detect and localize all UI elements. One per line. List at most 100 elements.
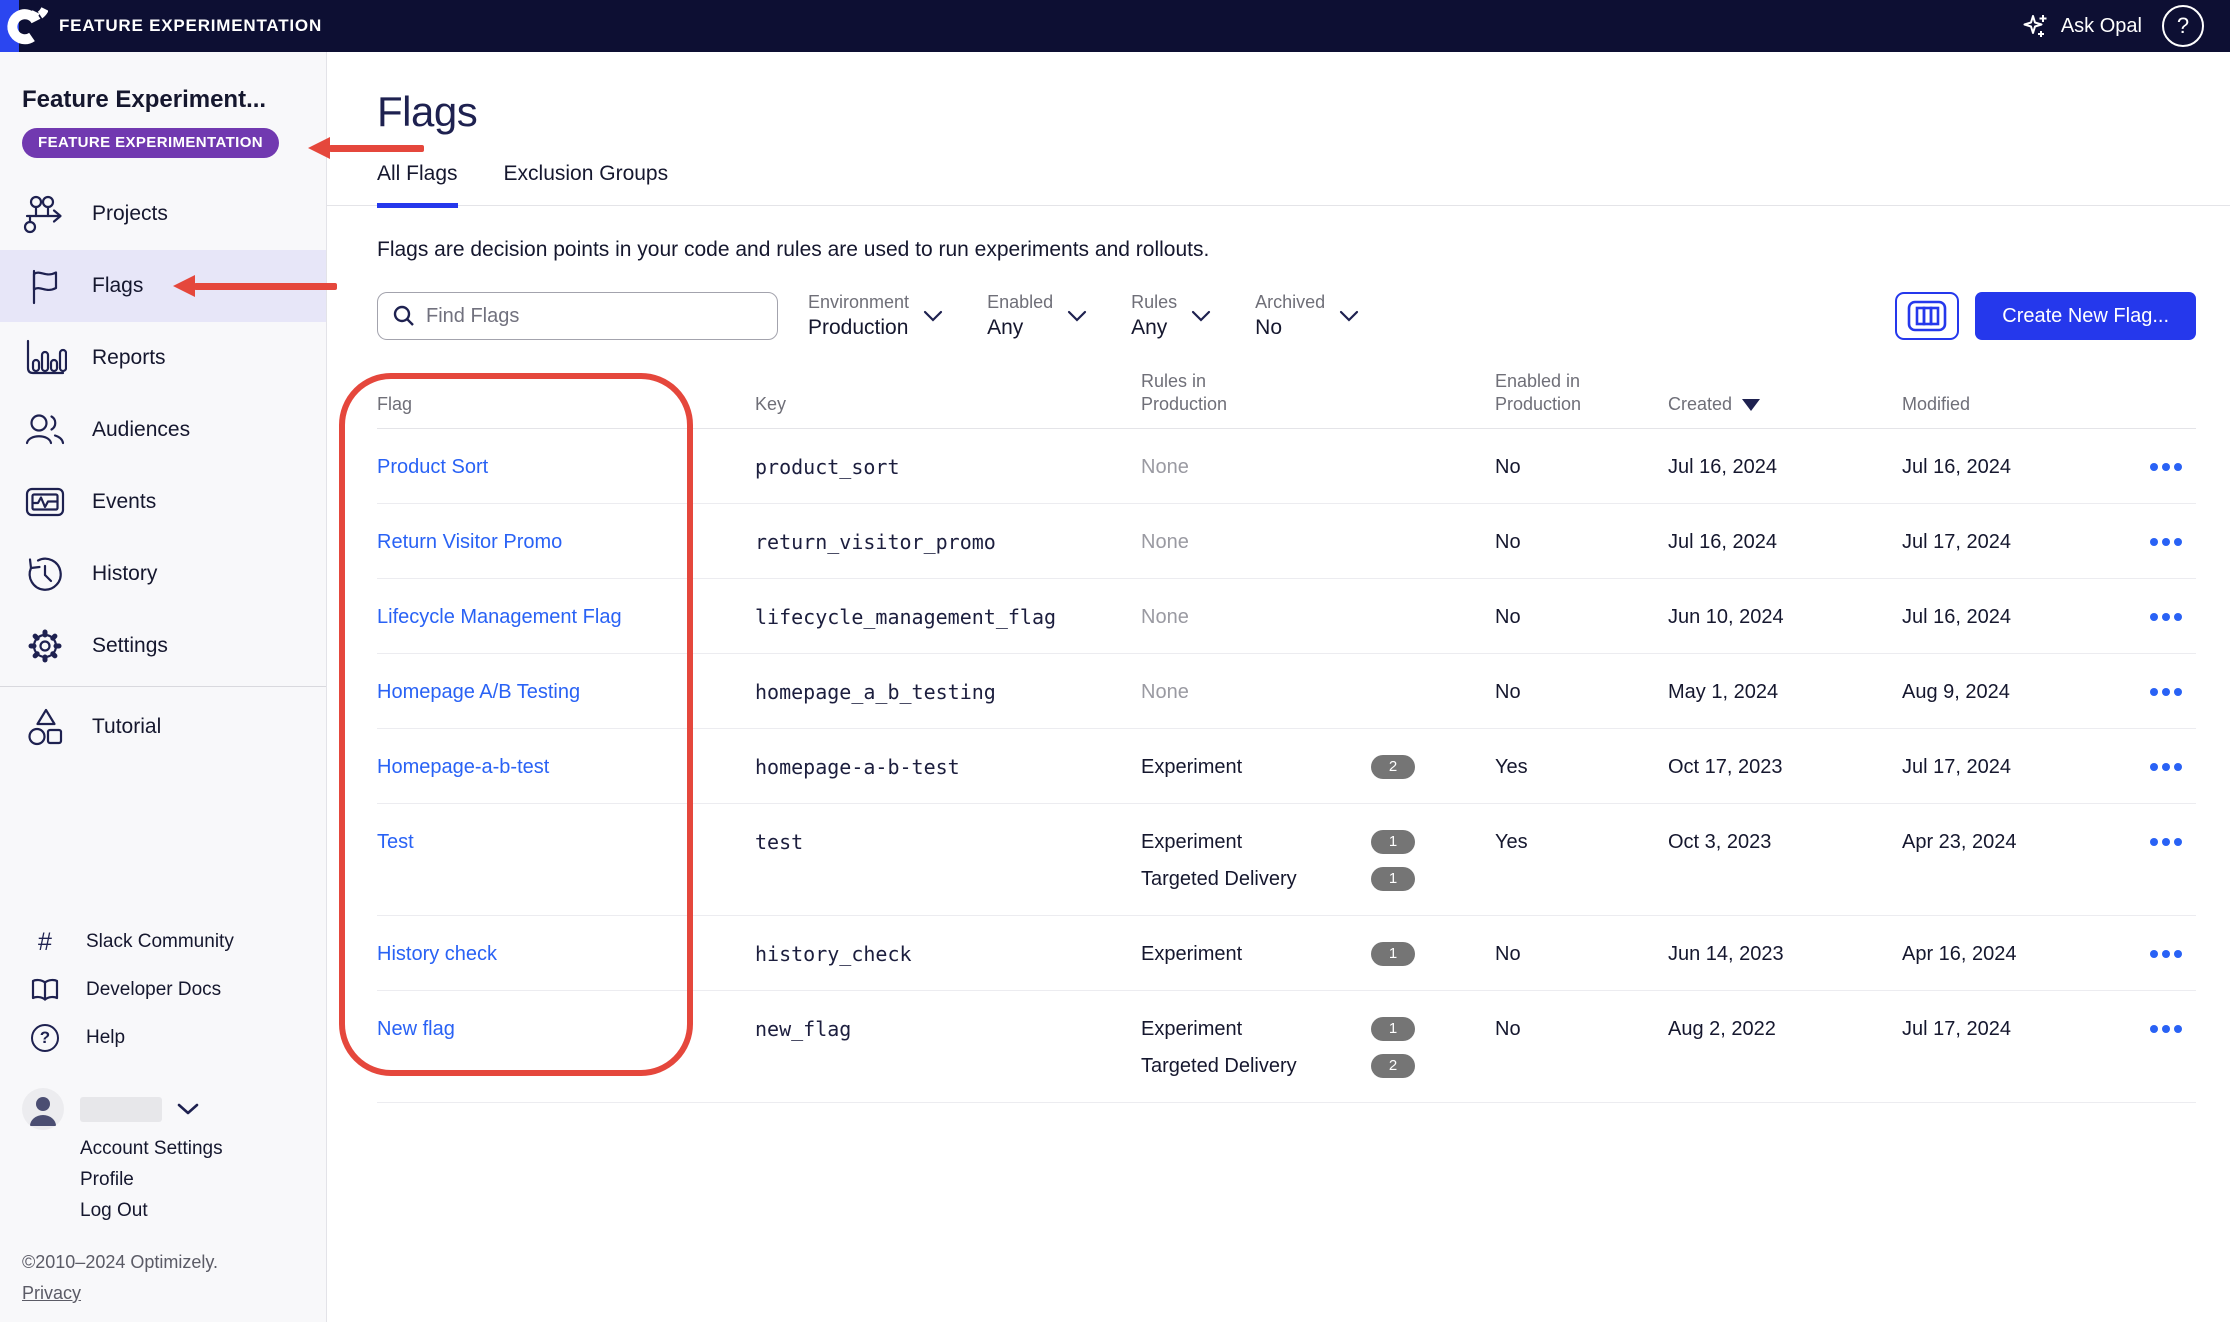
account-name-redacted[interactable] <box>80 1097 162 1122</box>
sidebar-item-developer-docs[interactable]: Developer Docs <box>0 966 326 1014</box>
sidebar-item-audiences[interactable]: Audiences <box>0 394 326 466</box>
enabled-in-production-cell: Yes <box>1495 830 1668 854</box>
row-actions-menu-button[interactable] <box>2148 755 2184 779</box>
column-header-modified[interactable]: Modified <box>1902 393 2140 416</box>
rule-type-label: Experiment <box>1141 1017 1371 1041</box>
flags-description: Flags are decision points in your code a… <box>377 238 2196 262</box>
row-actions-menu-button[interactable] <box>2148 942 2184 966</box>
column-header-enabled-in-production[interactable]: Enabled in Production <box>1495 370 1600 416</box>
chevron-down-icon <box>923 310 943 322</box>
sidebar-item-history[interactable]: History <box>0 538 326 610</box>
sidebar-item-label: Flags <box>92 274 143 298</box>
rule-type-label: Experiment <box>1141 755 1371 779</box>
filter-archived[interactable]: Archived No <box>1255 292 1359 340</box>
flag-key: history_check <box>755 942 1141 966</box>
table-row: Product Sort product_sort None No Jul 16… <box>377 429 2196 504</box>
modified-date: Apr 16, 2024 <box>1902 942 2140 966</box>
footer-item-label: Slack Community <box>86 931 234 953</box>
rule-count-badge: 2 <box>1371 755 1415 779</box>
column-settings-button[interactable] <box>1895 292 1959 340</box>
help-icon[interactable]: ? <box>2162 5 2204 47</box>
flag-link[interactable]: Return Visitor Promo <box>377 531 562 553</box>
created-date: Jul 16, 2024 <box>1668 530 1902 554</box>
projects-icon <box>22 194 68 234</box>
table-header: Flag Key Rules in Production Enabled in … <box>377 370 2196 429</box>
account-settings-link[interactable]: Account Settings <box>80 1138 304 1160</box>
book-icon <box>30 976 60 1004</box>
sidebar-item-label: History <box>92 562 157 586</box>
sidebar-item-label: Events <box>92 490 156 514</box>
flag-link[interactable]: Homepage A/B Testing <box>377 681 580 703</box>
chevron-down-icon <box>1191 310 1211 322</box>
sidebar-item-slack-community[interactable]: # Slack Community <box>0 918 326 966</box>
rule-type-label: None <box>1141 455 1371 479</box>
main-content: Flags All Flags Exclusion Groups Flags a… <box>327 52 2230 1322</box>
ask-opal-label: Ask Opal <box>2061 15 2142 38</box>
privacy-link[interactable]: Privacy <box>22 1283 326 1304</box>
flag-key: homepage-a-b-test <box>755 755 1141 779</box>
history-icon <box>22 554 68 594</box>
search-input[interactable] <box>426 305 765 328</box>
chevron-down-icon <box>1067 310 1087 322</box>
sidebar-item-label: Audiences <box>92 418 190 442</box>
flag-icon <box>22 266 68 306</box>
rule-type-label: Experiment <box>1141 942 1371 966</box>
sidebar-item-events[interactable]: Events <box>0 466 326 538</box>
column-header-created[interactable]: Created <box>1668 393 1902 416</box>
table-row: New flag new_flag Experiment1Targeted De… <box>377 991 2196 1103</box>
flag-key: product_sort <box>755 455 1141 479</box>
log-out-link[interactable]: Log Out <box>80 1200 304 1222</box>
filter-enabled[interactable]: Enabled Any <box>987 292 1087 340</box>
ask-opal-button[interactable]: Ask Opal <box>2021 12 2142 40</box>
question-circle-icon: ? <box>30 1024 60 1052</box>
tab-exclusion-groups[interactable]: Exclusion Groups <box>504 162 669 205</box>
rules-in-production-cell: None <box>1141 605 1495 629</box>
avatar[interactable] <box>22 1088 64 1130</box>
filter-rules[interactable]: Rules Any <box>1131 292 1211 340</box>
row-actions-menu-button[interactable] <box>2148 605 2184 629</box>
sidebar-item-settings[interactable]: Settings <box>0 610 326 682</box>
column-header-flag[interactable]: Flag <box>377 393 755 416</box>
sidebar-item-tutorial[interactable]: Tutorial <box>0 691 326 763</box>
row-actions-menu-button[interactable] <box>2148 1017 2184 1041</box>
sidebar-item-help[interactable]: ? Help <box>0 1014 326 1062</box>
reports-icon <box>22 338 68 378</box>
rules-in-production-cell: Experiment2 <box>1141 755 1495 779</box>
search-icon <box>392 304 416 328</box>
project-switcher[interactable]: Feature Experiment... <box>0 86 326 114</box>
flag-link[interactable]: Product Sort <box>377 456 488 478</box>
create-new-flag-button[interactable]: Create New Flag... <box>1975 292 2196 340</box>
sidebar-item-reports[interactable]: Reports <box>0 322 326 394</box>
sidebar-item-projects[interactable]: Projects <box>0 178 326 250</box>
flag-link[interactable]: Homepage-a-b-test <box>377 756 549 778</box>
column-header-rules-in-production[interactable]: Rules in Production <box>1141 370 1246 416</box>
profile-link[interactable]: Profile <box>80 1169 304 1191</box>
table-row: Homepage A/B Testing homepage_a_b_testin… <box>377 654 2196 729</box>
copyright-text: ©2010–2024 Optimizely. <box>22 1252 326 1273</box>
footer-item-label: Developer Docs <box>86 979 221 1001</box>
tab-all-flags[interactable]: All Flags <box>377 162 458 208</box>
sidebar-item-label: Settings <box>92 634 168 658</box>
row-actions-menu-button[interactable] <box>2148 830 2184 854</box>
row-actions-menu-button[interactable] <box>2148 455 2184 479</box>
flag-link[interactable]: New flag <box>377 1018 455 1040</box>
column-header-key[interactable]: Key <box>755 393 1141 416</box>
tab-bar: All Flags Exclusion Groups <box>327 162 2230 206</box>
sidebar-item-flags[interactable]: Flags <box>0 250 326 322</box>
account-menu: Account Settings Profile Log Out <box>80 1138 304 1222</box>
flag-link[interactable]: Lifecycle Management Flag <box>377 606 622 628</box>
rules-in-production-cell: None <box>1141 530 1495 554</box>
rules-in-production-cell: Experiment1Targeted Delivery1 <box>1141 830 1495 891</box>
modified-date: Jul 16, 2024 <box>1902 455 2140 479</box>
flag-link[interactable]: History check <box>377 943 497 965</box>
flag-link[interactable]: Test <box>377 831 414 853</box>
enabled-in-production-cell: No <box>1495 680 1668 704</box>
row-actions-menu-button[interactable] <box>2148 680 2184 704</box>
modified-date: Aug 9, 2024 <box>1902 680 2140 704</box>
filter-environment[interactable]: Environment Production <box>808 292 943 340</box>
sidebar-divider <box>0 686 326 687</box>
row-actions-menu-button[interactable] <box>2148 530 2184 554</box>
chevron-down-icon[interactable] <box>176 1102 200 1116</box>
rules-in-production-cell: Experiment1Targeted Delivery2 <box>1141 1017 1495 1078</box>
optimizely-logo[interactable] <box>0 0 19 52</box>
